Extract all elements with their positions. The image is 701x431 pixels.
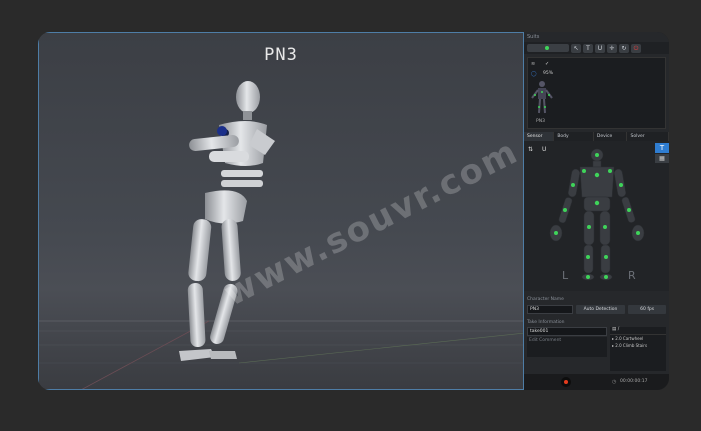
character-name-row: PN3 Auto Detection 60 fps (524, 304, 669, 315)
folder-icon: ▤ (612, 327, 617, 332)
timecode: 00:00:00:17 (620, 379, 648, 384)
left-side-label: L (562, 269, 569, 282)
tab-device-detail[interactable]: Device Detail (594, 132, 628, 148)
right-side-label: R (628, 269, 636, 282)
list-item[interactable]: ▸ 2.0 Cartwheel (610, 335, 666, 342)
battery-icon: ◯ (531, 71, 537, 77)
clock-icon: ◷ (612, 379, 617, 385)
auto-detection-button[interactable]: Auto Detection (575, 305, 626, 314)
tab-solver-parameter[interactable]: Solver Parameter (627, 132, 669, 148)
suit-card[interactable]: ≋ ✓ ◯ 95% PN3 (527, 57, 666, 129)
take-information-label: Take Information (527, 320, 565, 325)
refresh-icon[interactable]: ↻ (619, 43, 629, 53)
side-panel: Suits ↖ T U ✛ ↻ ⏻ ≋ ✓ ◯ 95% PN3 Sensor B… (524, 32, 669, 390)
suit-slider[interactable] (527, 44, 569, 52)
magnet-icon[interactable]: U (595, 43, 605, 53)
power-icon[interactable]: ⏻ (631, 43, 641, 53)
edit-comment-area[interactable]: Edit Comment (527, 337, 607, 357)
fps-select[interactable]: 60 fps (628, 305, 666, 314)
record-button[interactable] (561, 377, 571, 387)
cross-icon[interactable]: ✛ (607, 43, 617, 53)
battery-row: ◯ 95% (531, 71, 553, 77)
app-window: PN3 www.souvr.com Suits ↖ T U ✛ ↻ ⏻ ≋ ✓ … (38, 32, 669, 390)
folder-path-field[interactable]: ▤ / (610, 327, 666, 335)
character-name-label: Character Name (527, 297, 564, 302)
sensor-map: ⇅ U T ▦ L R (524, 141, 669, 291)
character-name-field[interactable]: PN3 (527, 305, 573, 314)
record-bar: ◷ 00:00:00:17 (524, 374, 669, 390)
sensor-body-map (549, 148, 645, 281)
suit-name: PN3 (536, 119, 545, 124)
tab-body-dimension[interactable]: Body Dimension (554, 132, 594, 148)
panel-tabs: Sensor Map Body Dimension Device Detail … (524, 132, 669, 148)
battery-level: 95% (543, 71, 554, 76)
wifi-icon: ≋ (531, 61, 536, 67)
record-dot-icon (564, 380, 568, 384)
3d-viewport[interactable]: PN3 www.souvr.com (38, 32, 524, 390)
list-item[interactable]: ▸ 2.0 Climb Stairs (610, 342, 666, 349)
check-icon: ✓ (545, 61, 550, 67)
suit-row: ≋ ✓ (531, 61, 555, 67)
mannequin-figure (179, 81, 275, 361)
suit-thumbnail-icon (531, 81, 553, 114)
suits-header: Suits (527, 34, 540, 40)
take-list[interactable]: ▤ / ▸ 2.0 Cartwheel ▸ 2.0 Climb Stairs (610, 327, 666, 371)
tab-sensor-map[interactable]: Sensor Map (524, 132, 555, 148)
take-name-field[interactable]: take001 (527, 327, 607, 336)
take-information: take001 Edit Comment ▤ / ▸ 2.0 Cartwheel… (524, 327, 669, 371)
suits-toolbar: ↖ T U ✛ ↻ ⏻ (524, 42, 669, 54)
cursor-icon[interactable]: ↖ (571, 43, 581, 53)
edit-comment-placeholder: Edit Comment (529, 338, 562, 343)
tpose-icon[interactable]: T (583, 43, 593, 53)
